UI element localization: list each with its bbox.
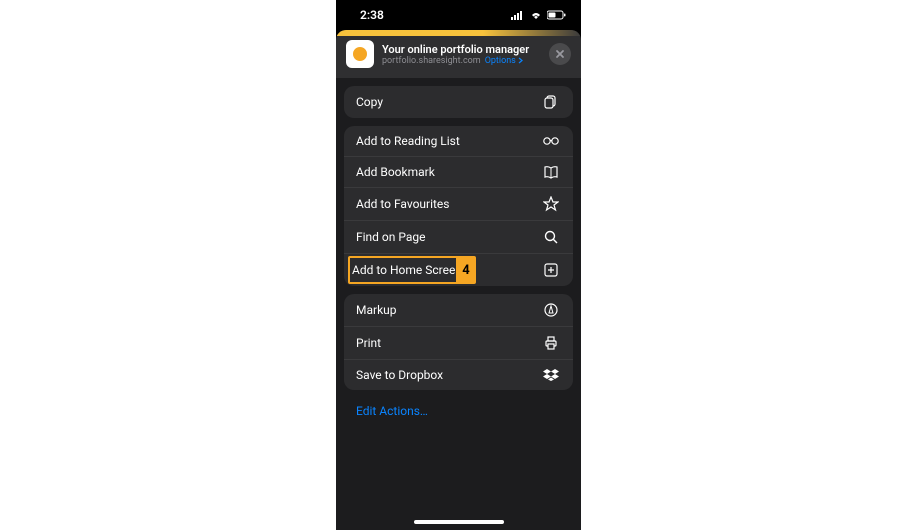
action-markup[interactable]: Markup bbox=[344, 294, 573, 326]
home-indicator[interactable] bbox=[414, 520, 504, 524]
action-add-home-screen[interactable]: Add to Home Screen 4 bbox=[344, 253, 573, 286]
status-icons bbox=[511, 10, 567, 20]
header-subtitle: portfolio.sharesight.com Options bbox=[382, 56, 541, 66]
action-label: Add to Reading List bbox=[356, 134, 460, 148]
close-icon bbox=[555, 49, 565, 59]
share-sheet: Your online portfolio manager portfolio.… bbox=[336, 30, 581, 530]
action-add-favourites[interactable]: Add to Favourites bbox=[344, 187, 573, 220]
phone-frame: 2:38 Your online portfolio manager portf… bbox=[336, 0, 581, 530]
search-icon bbox=[543, 229, 559, 245]
battery-icon bbox=[547, 10, 567, 20]
action-save-dropbox[interactable]: Save to Dropbox bbox=[344, 359, 573, 390]
cellular-icon bbox=[511, 10, 525, 20]
sheet-header: Your online portfolio manager portfolio.… bbox=[336, 30, 581, 78]
printer-icon bbox=[543, 335, 559, 351]
status-time: 2:38 bbox=[360, 8, 384, 22]
action-add-bookmark[interactable]: Add Bookmark bbox=[344, 156, 573, 187]
annotation-badge: 4 bbox=[456, 256, 476, 284]
plus-square-icon bbox=[543, 262, 559, 278]
status-bar: 2:38 bbox=[336, 0, 581, 30]
action-label: Add Bookmark bbox=[356, 165, 435, 179]
header-text: Your online portfolio manager portfolio.… bbox=[382, 43, 541, 66]
copy-icon bbox=[543, 94, 559, 110]
accent-bar bbox=[336, 30, 581, 36]
action-copy[interactable]: Copy bbox=[344, 86, 573, 118]
book-icon bbox=[543, 165, 559, 179]
action-label: Add to Home Screen bbox=[352, 263, 462, 277]
action-print[interactable]: Print bbox=[344, 326, 573, 359]
dropbox-icon bbox=[543, 368, 559, 382]
annotation-highlight: Add to Home Screen bbox=[348, 256, 466, 284]
sheet-body: Copy Add to Reading List Add Bookmark bbox=[336, 78, 581, 432]
action-label: Print bbox=[356, 336, 381, 350]
wifi-icon bbox=[529, 10, 543, 20]
group-actions-2: Markup Print Save to Dropbox bbox=[344, 294, 573, 390]
action-label: Markup bbox=[356, 303, 397, 317]
edit-actions-link[interactable]: Edit Actions… bbox=[344, 398, 440, 424]
site-icon-glyph bbox=[351, 45, 369, 63]
site-icon bbox=[346, 40, 374, 68]
glasses-icon bbox=[542, 136, 560, 146]
action-find-on-page[interactable]: Find on Page bbox=[344, 220, 573, 253]
action-label: Add to Favourites bbox=[356, 197, 450, 211]
options-link[interactable]: Options bbox=[485, 56, 523, 66]
close-button[interactable] bbox=[549, 43, 571, 65]
star-icon bbox=[543, 196, 559, 212]
action-label: Save to Dropbox bbox=[356, 368, 443, 382]
group-actions-1: Add to Reading List Add Bookmark Add to … bbox=[344, 126, 573, 286]
page-domain: portfolio.sharesight.com bbox=[382, 56, 481, 66]
action-label: Find on Page bbox=[356, 230, 426, 244]
action-label: Copy bbox=[356, 95, 383, 109]
markup-icon bbox=[543, 302, 559, 318]
chevron-right-icon bbox=[518, 57, 523, 64]
group-copy: Copy bbox=[344, 86, 573, 118]
action-reading-list[interactable]: Add to Reading List bbox=[344, 126, 573, 156]
page-title: Your online portfolio manager bbox=[382, 43, 541, 56]
